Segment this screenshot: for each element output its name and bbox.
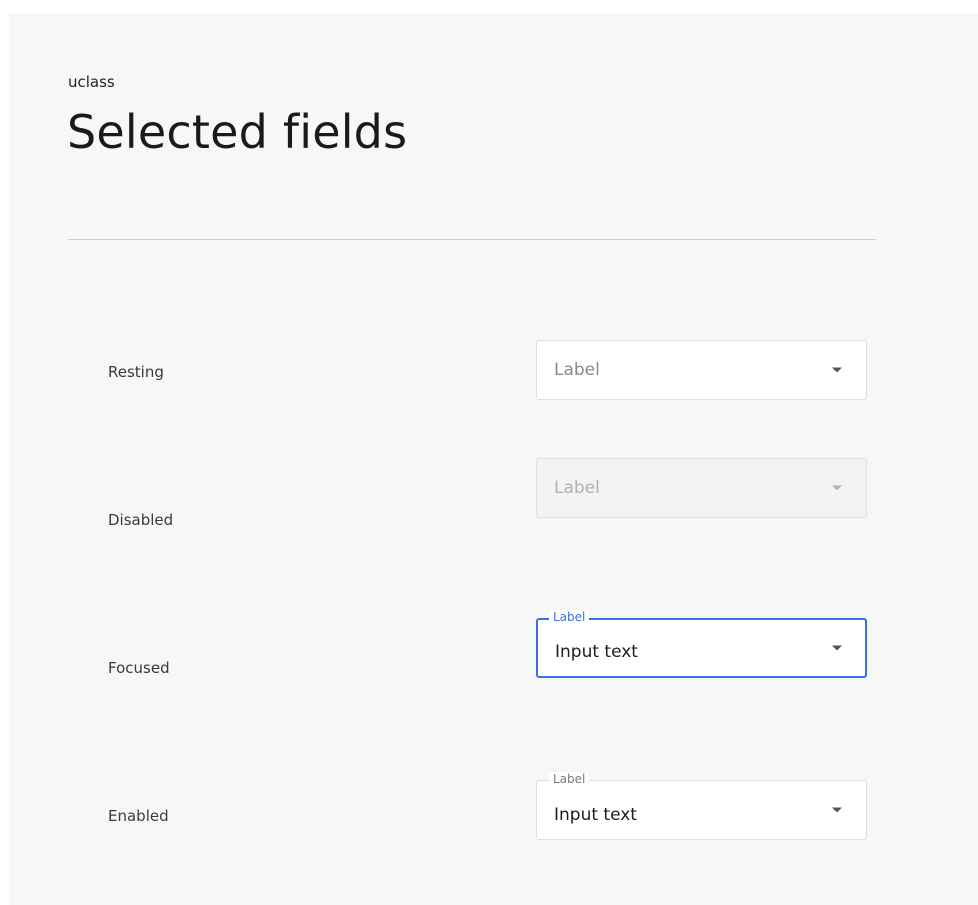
- select-value: Input text: [555, 642, 638, 663]
- caret-down-icon: [832, 645, 842, 651]
- state-label-focused: Focused: [108, 659, 170, 677]
- select-placeholder: Label: [554, 360, 600, 380]
- select-focused[interactable]: Label Input text: [536, 610, 867, 678]
- caret-down-icon: [832, 367, 842, 373]
- state-label-resting: Resting: [108, 363, 164, 381]
- caret-down-icon: [832, 807, 842, 813]
- select-placeholder: Label: [554, 478, 600, 498]
- floating-label: Label: [549, 772, 590, 786]
- divider: [68, 239, 876, 240]
- state-label-enabled: Enabled: [108, 807, 169, 825]
- select-value: Input text: [554, 804, 637, 825]
- eyebrow-label: uclass: [68, 73, 115, 91]
- page-title: Selected fields: [67, 105, 408, 159]
- select-enabled[interactable]: Label Input text: [536, 772, 867, 840]
- select-disabled: Label: [536, 458, 867, 518]
- state-label-disabled: Disabled: [108, 511, 174, 529]
- floating-label: Label: [549, 610, 590, 624]
- component-panel: uclass Selected fields Resting Label Dis…: [9, 13, 978, 905]
- select-resting[interactable]: Label: [536, 340, 867, 400]
- caret-down-icon: [832, 485, 842, 491]
